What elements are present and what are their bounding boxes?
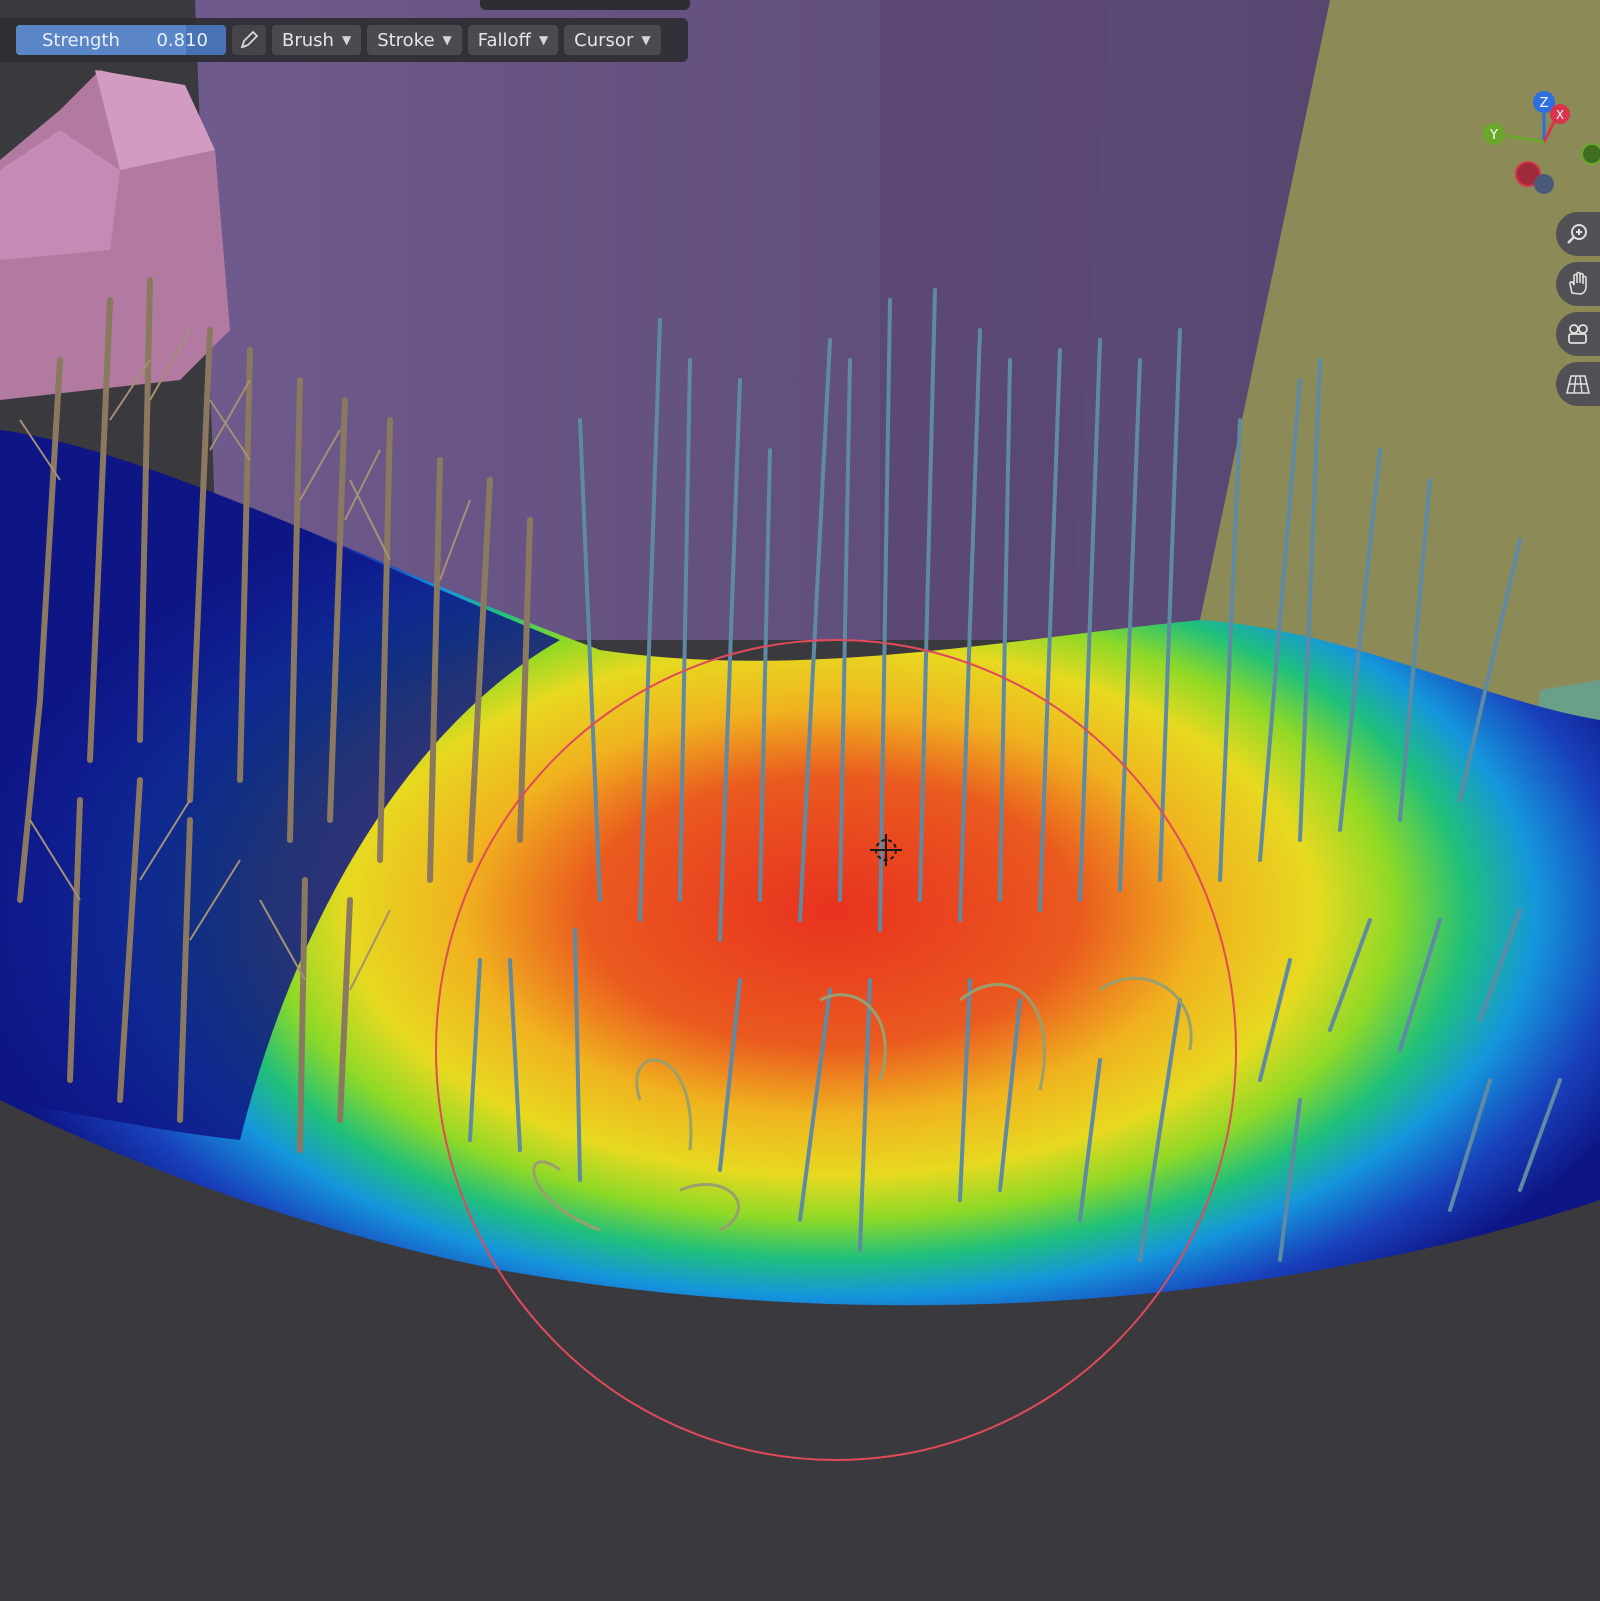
- brush-menu[interactable]: Brush ▼: [272, 25, 362, 55]
- gizmo-axis-neg-y[interactable]: [1581, 143, 1600, 165]
- header-fragment: [480, 0, 690, 10]
- chevron-down-icon: ▼: [538, 33, 549, 47]
- zoom-icon: [1567, 224, 1587, 244]
- grid-icon: [1565, 375, 1591, 394]
- svg-text:X: X: [1556, 108, 1564, 122]
- stroke-menu[interactable]: Stroke ▼: [367, 25, 462, 55]
- falloff-menu-label: Falloff: [477, 29, 531, 51]
- gizmo-axis-x[interactable]: X: [1550, 104, 1570, 124]
- falloff-menu[interactable]: Falloff ▼: [467, 25, 559, 55]
- purple-wall: [195, 0, 1330, 640]
- perspective-toggle-button[interactable]: [1556, 362, 1600, 406]
- strength-label: Strength: [42, 29, 120, 51]
- chevron-down-icon: ▼: [641, 33, 651, 47]
- pen-pressure-button[interactable]: [232, 25, 266, 55]
- chevron-down-icon: ▼: [341, 33, 352, 47]
- strength-slider[interactable]: Strength 0.810: [16, 25, 226, 55]
- strength-value: 0.810: [156, 29, 208, 51]
- viewport-scene: [0, 0, 1600, 1601]
- navigation-buttons: [1556, 212, 1600, 412]
- camera-view-button[interactable]: [1556, 312, 1600, 356]
- gizmo-axis-y[interactable]: Y: [1483, 123, 1505, 145]
- tool-settings-header: Strength 0.810 Brush ▼ Stroke ▼ Falloff …: [0, 18, 688, 62]
- chevron-down-icon: ▼: [442, 33, 452, 47]
- pen-pressure-icon: [240, 30, 259, 49]
- 3d-viewport[interactable]: [0, 0, 1600, 1601]
- gizmo-axis-neg-z[interactable]: [1534, 174, 1554, 194]
- hand-pan-icon: [1569, 271, 1587, 295]
- brush-menu-label: Brush: [282, 29, 334, 51]
- pan-button[interactable]: [1556, 262, 1600, 306]
- stroke-menu-label: Stroke: [377, 29, 435, 51]
- navigation-gizmo[interactable]: Z X Y: [1460, 82, 1600, 202]
- cursor-menu[interactable]: Cursor ▼: [564, 25, 661, 55]
- cursor-menu-label: Cursor: [574, 29, 634, 51]
- camera-icon: [1568, 324, 1588, 344]
- svg-text:Y: Y: [1489, 128, 1498, 143]
- zoom-button[interactable]: [1556, 212, 1600, 256]
- svg-text:Z: Z: [1540, 96, 1549, 111]
